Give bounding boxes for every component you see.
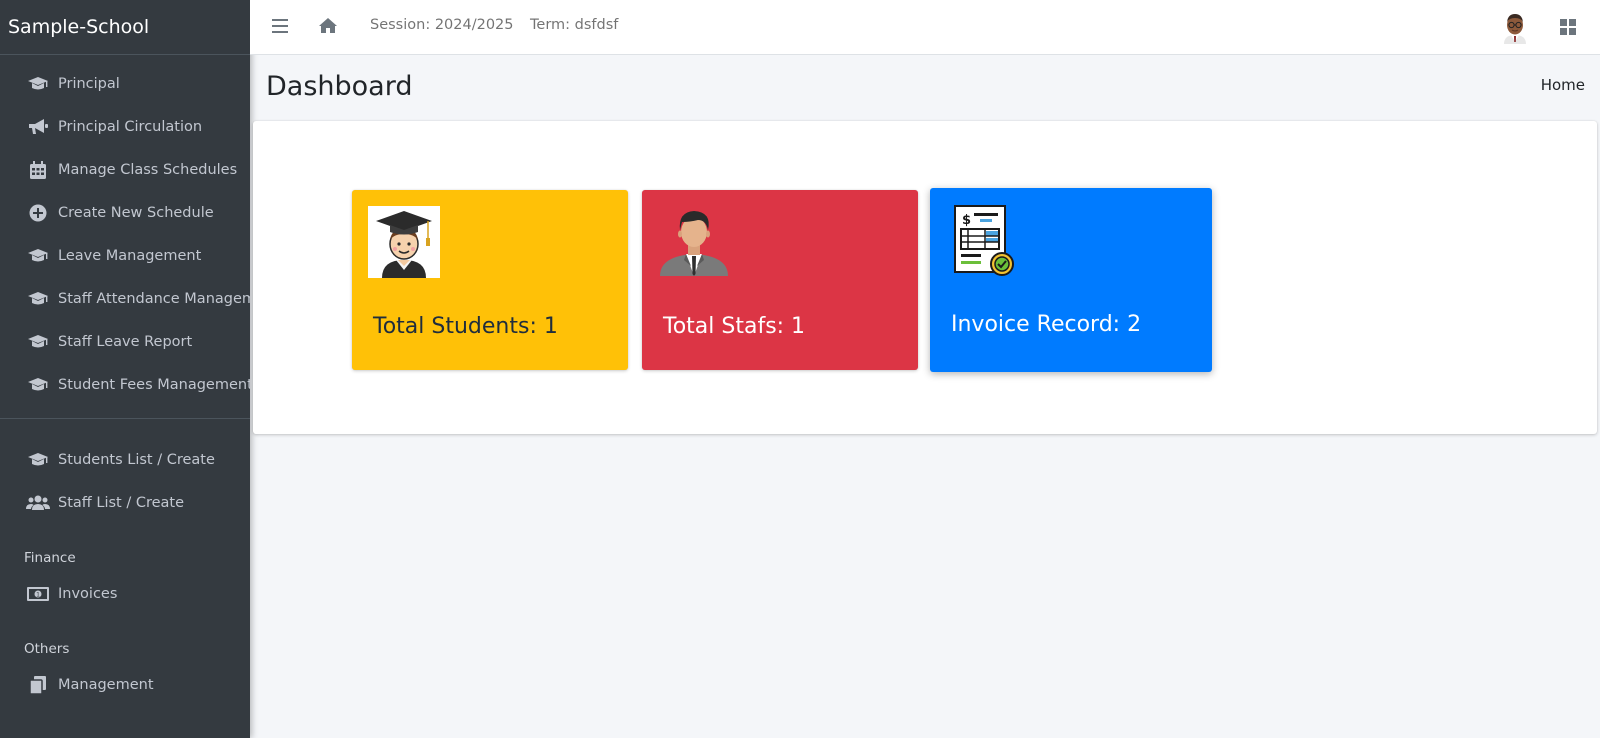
sidebar-item-label: Principal Circulation bbox=[58, 118, 203, 135]
brand-link[interactable]: Sample-School bbox=[0, 0, 250, 55]
sidebar-item-invoices[interactable]: 1 Invoices bbox=[0, 572, 250, 615]
breadcrumb-home[interactable]: Home bbox=[1541, 76, 1585, 94]
graduation-cap-icon bbox=[26, 333, 50, 351]
term-link[interactable]: Term: dsfdsf bbox=[530, 17, 618, 33]
calendar-icon bbox=[26, 160, 50, 179]
graduation-cap-icon bbox=[26, 376, 50, 394]
apps-grid-icon[interactable] bbox=[1560, 19, 1576, 35]
staff-person-icon bbox=[658, 206, 730, 278]
bullhorn-icon bbox=[26, 118, 50, 136]
sidebar-item-student-fees[interactable]: Student Fees Management bbox=[0, 363, 250, 406]
sidebar-item-staff-attendance[interactable]: Staff Attendance Manageme bbox=[0, 277, 250, 320]
invoice-document-icon: $ bbox=[946, 204, 1018, 276]
sidebar-item-label: Invoices bbox=[58, 585, 118, 602]
sidebar-item-label: Management bbox=[58, 676, 154, 693]
sidebar-item-label: Leave Management bbox=[58, 247, 202, 264]
top-navbar: Session: 2024/2025 Term: dsfdsf bbox=[250, 0, 1600, 55]
graduation-cap-icon bbox=[26, 247, 50, 265]
total-students-label: Total Students: 1 bbox=[373, 314, 558, 339]
sidebar-item-staff-list[interactable]: Staff List / Create bbox=[0, 481, 250, 524]
sidebar-divider bbox=[0, 418, 250, 419]
graduation-cap-icon bbox=[26, 290, 50, 308]
svg-text:1: 1 bbox=[36, 591, 40, 598]
invoice-record-label: Invoice Record: 2 bbox=[951, 312, 1142, 337]
brand-title: Sample-School bbox=[8, 16, 150, 38]
invoice-record-box[interactable]: $ Invoice Record: 2 bbox=[930, 188, 1212, 372]
sidebar-item-label: Staff Attendance Manageme bbox=[58, 290, 250, 307]
sidebar-item-manage-class-schedules[interactable]: Manage Class Schedules bbox=[0, 148, 250, 191]
sidebar-item-create-new-schedule[interactable]: Create New Schedule bbox=[0, 191, 250, 234]
graduate-student-icon bbox=[368, 206, 440, 278]
copy-icon bbox=[26, 675, 50, 694]
dashboard-card: Total Students: 1 Total Stafs: 1 $ Invoi… bbox=[253, 121, 1597, 434]
plus-circle-icon bbox=[26, 204, 50, 222]
sidebar-item-students-list[interactable]: Students List / Create bbox=[0, 438, 250, 481]
sidebar-item-label: Create New Schedule bbox=[58, 204, 214, 221]
home-icon[interactable] bbox=[318, 17, 338, 34]
sidebar-item-management[interactable]: Management bbox=[0, 663, 250, 706]
sidebar-nav: Principal Principal Circulation Manage C… bbox=[0, 55, 250, 706]
sidebar-item-label: Staff List / Create bbox=[58, 494, 185, 511]
sidebar-header-others: Others bbox=[24, 641, 70, 657]
sidebar-item-principal[interactable]: Principal bbox=[0, 62, 250, 105]
sidebar-item-label: Principal bbox=[58, 75, 120, 92]
sidebar-item-label: Students List / Create bbox=[58, 451, 215, 468]
svg-text:$: $ bbox=[962, 213, 971, 228]
money-bill-icon: 1 bbox=[26, 585, 50, 603]
page-title: Dashboard bbox=[266, 71, 413, 102]
sidebar-item-leave-management[interactable]: Leave Management bbox=[0, 234, 250, 277]
main-sidebar: Sample-School Principal Principal Circul… bbox=[0, 0, 250, 738]
graduation-cap-icon bbox=[26, 451, 50, 469]
users-icon bbox=[26, 494, 50, 512]
sidebar-item-principal-circulation[interactable]: Principal Circulation bbox=[0, 105, 250, 148]
sidebar-header-finance: Finance bbox=[24, 550, 76, 566]
session-link[interactable]: Session: 2024/2025 bbox=[370, 17, 514, 33]
sidebar-item-staff-leave-report[interactable]: Staff Leave Report bbox=[0, 320, 250, 363]
sidebar-item-label: Staff Leave Report bbox=[58, 333, 193, 350]
total-students-box[interactable]: Total Students: 1 bbox=[352, 190, 628, 370]
user-avatar[interactable] bbox=[1500, 12, 1530, 44]
graduation-cap-icon bbox=[26, 75, 50, 93]
total-staffs-label: Total Stafs: 1 bbox=[663, 314, 806, 339]
total-staffs-box[interactable]: Total Stafs: 1 bbox=[642, 190, 918, 370]
sidebar-item-label: Manage Class Schedules bbox=[58, 161, 238, 178]
content-header: Dashboard Home bbox=[250, 55, 1600, 120]
menu-toggle-icon[interactable] bbox=[272, 19, 288, 33]
sidebar-item-label: Student Fees Management bbox=[58, 376, 250, 393]
